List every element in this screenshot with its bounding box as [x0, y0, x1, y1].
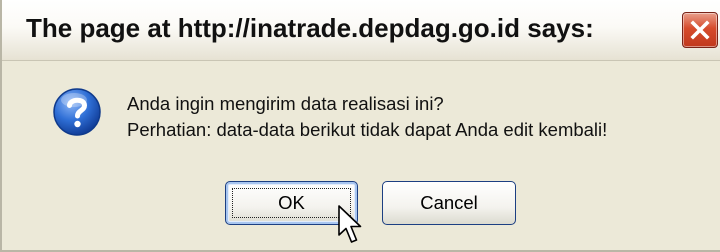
message-line-2: Perhatian: data-data berikut tidak dapat…	[127, 119, 608, 140]
dialog-titlebar[interactable]: The page at http://inatrade.depdag.go.id…	[2, 0, 720, 61]
alert-dialog: The page at http://inatrade.depdag.go.id…	[0, 0, 720, 252]
dialog-title: The page at http://inatrade.depdag.go.id…	[26, 13, 594, 43]
cancel-button-label: Cancel	[420, 192, 478, 213]
mouse-cursor-icon	[338, 205, 362, 243]
close-icon	[690, 20, 710, 40]
message-line-1: Anda ingin mengirim data realisasi ini?	[127, 93, 444, 114]
question-icon	[53, 88, 101, 136]
cancel-button[interactable]: Cancel	[382, 181, 516, 225]
focus-outline	[232, 188, 351, 218]
close-button[interactable]	[682, 12, 718, 48]
